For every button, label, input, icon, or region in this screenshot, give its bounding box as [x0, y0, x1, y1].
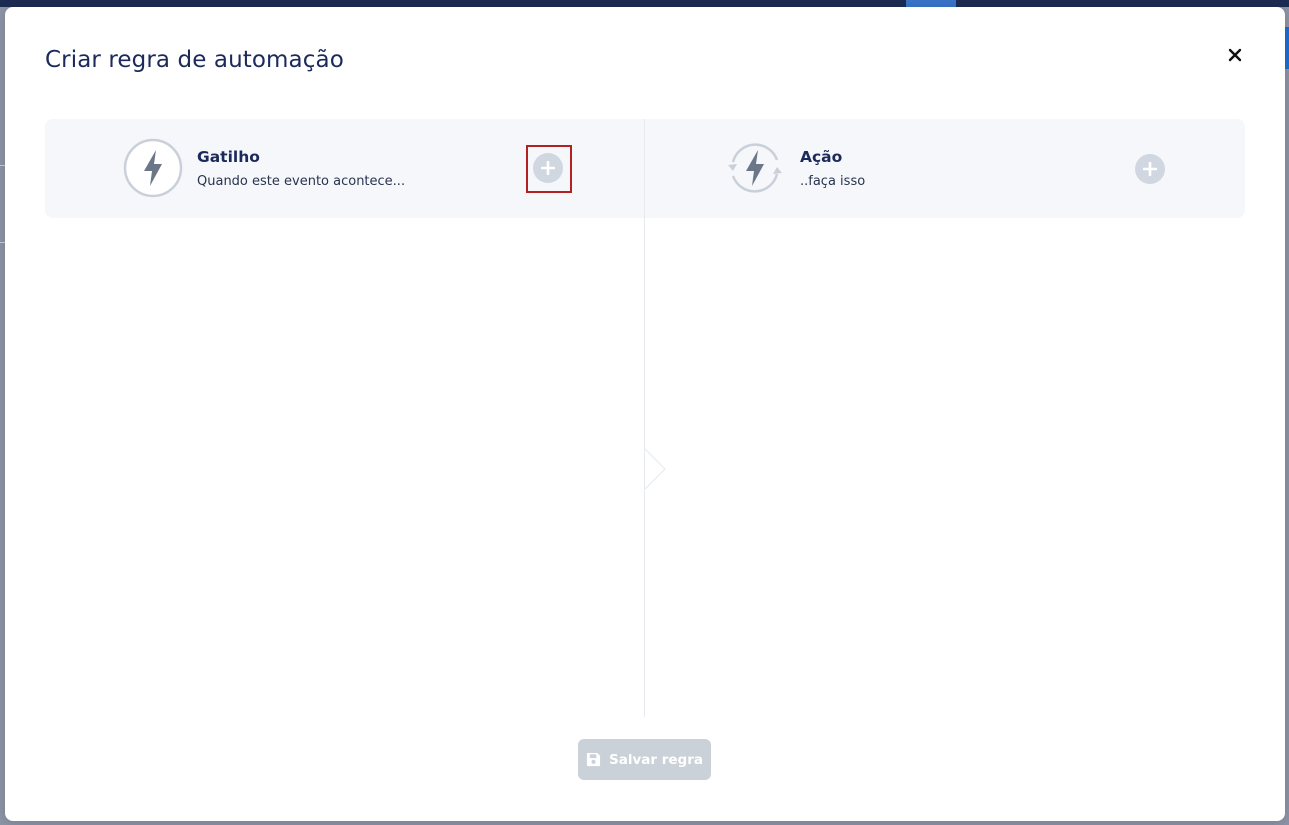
- rule-header-strip: [45, 119, 1245, 218]
- automation-rule-modal: Criar regra de automação Gatilho Quando …: [5, 7, 1285, 821]
- background-top-bar-accent: [906, 0, 956, 7]
- add-action-button[interactable]: [1135, 154, 1165, 184]
- plus-icon: [1143, 162, 1157, 176]
- modal-title: Criar regra de automação: [45, 47, 344, 73]
- background-top-bar: [0, 0, 1289, 7]
- chevron-right-icon: [645, 449, 666, 489]
- save-rule-label: Salvar regra: [609, 751, 703, 768]
- floppy-disk-icon: [586, 752, 601, 767]
- lightning-bolt-icon: [123, 138, 183, 198]
- column-divider: [644, 119, 645, 717]
- highlight-box: [526, 145, 572, 193]
- close-icon: [1228, 48, 1242, 62]
- action-title: Ação: [800, 148, 843, 166]
- close-button[interactable]: [1223, 43, 1247, 67]
- lightning-bolt-cycle-icon: [728, 143, 782, 193]
- trigger-title: Gatilho: [197, 148, 260, 166]
- save-rule-button[interactable]: Salvar regra: [578, 739, 711, 780]
- action-subtitle: ..faça isso: [800, 174, 866, 189]
- trigger-subtitle: Quando este evento acontece...: [197, 174, 406, 189]
